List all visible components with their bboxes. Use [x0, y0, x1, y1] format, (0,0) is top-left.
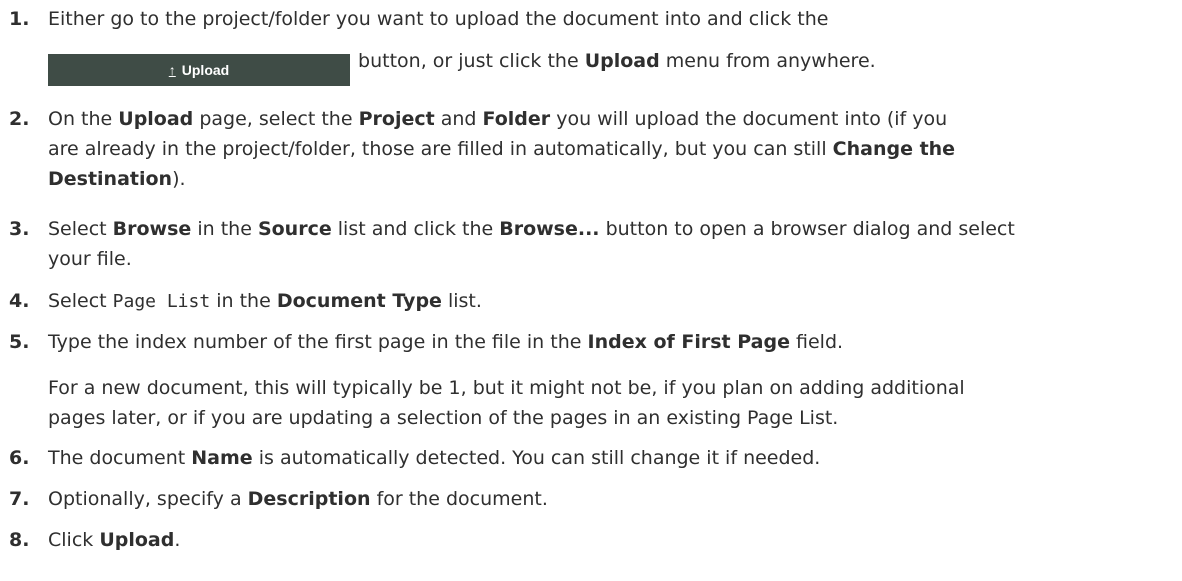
- change-destination-ref: Change the: [832, 138, 956, 160]
- step-number: 3.: [9, 218, 30, 240]
- upload-page-ref: Upload: [118, 108, 194, 130]
- step-text-part: for the document.: [370, 488, 548, 510]
- step-1-line-1: Either go to the project/folder you want…: [48, 8, 829, 30]
- step-text-part: you will upload the document into (if yo…: [550, 108, 948, 130]
- note-line: pages later, or if you are updating a se…: [48, 407, 839, 429]
- step-3-line-2: your file.: [48, 248, 132, 270]
- description-ref: Description: [247, 488, 371, 510]
- browse-ref: Browse: [112, 218, 192, 240]
- step-number: 4.: [9, 290, 30, 312]
- destination-ref: Destination: [48, 168, 173, 190]
- page-list-code: Page List: [112, 291, 211, 312]
- step-text-part: menu from anywhere.: [659, 50, 876, 72]
- upload-instructions: 1. Either go to the project/folder you w…: [0, 0, 1182, 581]
- step-number: 2.: [9, 108, 30, 130]
- upload-arrow-icon: ↑: [168, 62, 176, 78]
- browse-button-ref: Browse...: [499, 218, 600, 240]
- step-text-part: button to open a browser dialog and sele…: [599, 218, 1015, 240]
- index-of-first-page-ref: Index of First Page: [587, 331, 790, 353]
- upload-ref: Upload: [99, 529, 175, 551]
- step-text-part: The document: [48, 447, 192, 469]
- name-ref: Name: [191, 447, 253, 469]
- step-1-line-2: ↑ Upload button, or just click the Uploa…: [48, 46, 1168, 86]
- step-2-line-3: Destination).: [48, 164, 1168, 194]
- step-number: 1.: [9, 8, 30, 30]
- step-text-part: ).: [172, 168, 186, 190]
- step-text: Select Browse in the Source list and cli…: [48, 214, 1168, 274]
- upload-button[interactable]: ↑ Upload: [48, 54, 350, 86]
- step-text-part: page, select the: [193, 108, 359, 130]
- step-text-part: Select: [48, 218, 113, 240]
- step-text-part: and: [434, 108, 483, 130]
- step-text-part: Click: [48, 529, 100, 551]
- step-text-part: button, or just click the: [358, 50, 585, 72]
- step-number: 5.: [9, 331, 30, 353]
- step-text: Select Page List in the Document Type li…: [48, 286, 1168, 317]
- step-text: On the Upload page, select the Project a…: [48, 104, 1168, 194]
- step-text-part: On the: [48, 108, 119, 130]
- step-number: 7.: [9, 488, 30, 510]
- step-text: The document Name is automatically detec…: [48, 443, 1168, 473]
- step-5-note: For a new document, this will typically …: [48, 373, 1168, 433]
- step-2-line-1: On the Upload page, select the Project a…: [48, 104, 1168, 134]
- upload-menu-ref: Upload: [584, 50, 660, 72]
- step-text-part: is automatically detected. You can still…: [252, 447, 821, 469]
- step-text-part: in the: [191, 218, 258, 240]
- document-type-ref: Document Type: [276, 290, 442, 312]
- step-text-part: list and click the: [331, 218, 500, 240]
- step-number: 6.: [9, 447, 30, 469]
- step-text-part: field.: [789, 331, 844, 353]
- step-number: 8.: [9, 529, 30, 551]
- step-text-part: list.: [441, 290, 482, 312]
- step-text-part: in the: [210, 290, 277, 312]
- source-ref: Source: [257, 218, 332, 240]
- step-text-part: are already in the project/folder, those…: [48, 138, 833, 160]
- project-ref: Project: [358, 108, 435, 130]
- step-2-line-2: are already in the project/folder, those…: [48, 134, 1168, 164]
- step-text-part: Select: [48, 290, 113, 312]
- step-text: Optionally, specify a Description for th…: [48, 484, 1168, 514]
- step-text: Click Upload.: [48, 525, 1168, 555]
- note-line: For a new document, this will typically …: [48, 377, 965, 399]
- step-3-line-1: Select Browse in the Source list and cli…: [48, 214, 1168, 244]
- step-text-part: Optionally, specify a: [48, 488, 248, 510]
- folder-ref: Folder: [482, 108, 551, 130]
- upload-button-label: Upload: [181, 62, 230, 78]
- step-text: Type the index number of the first page …: [48, 327, 1168, 357]
- step-text: Either go to the project/folder you want…: [48, 4, 1168, 86]
- step-text-part: Type the index number of the first page …: [48, 331, 588, 353]
- step-text-part: .: [174, 529, 181, 551]
